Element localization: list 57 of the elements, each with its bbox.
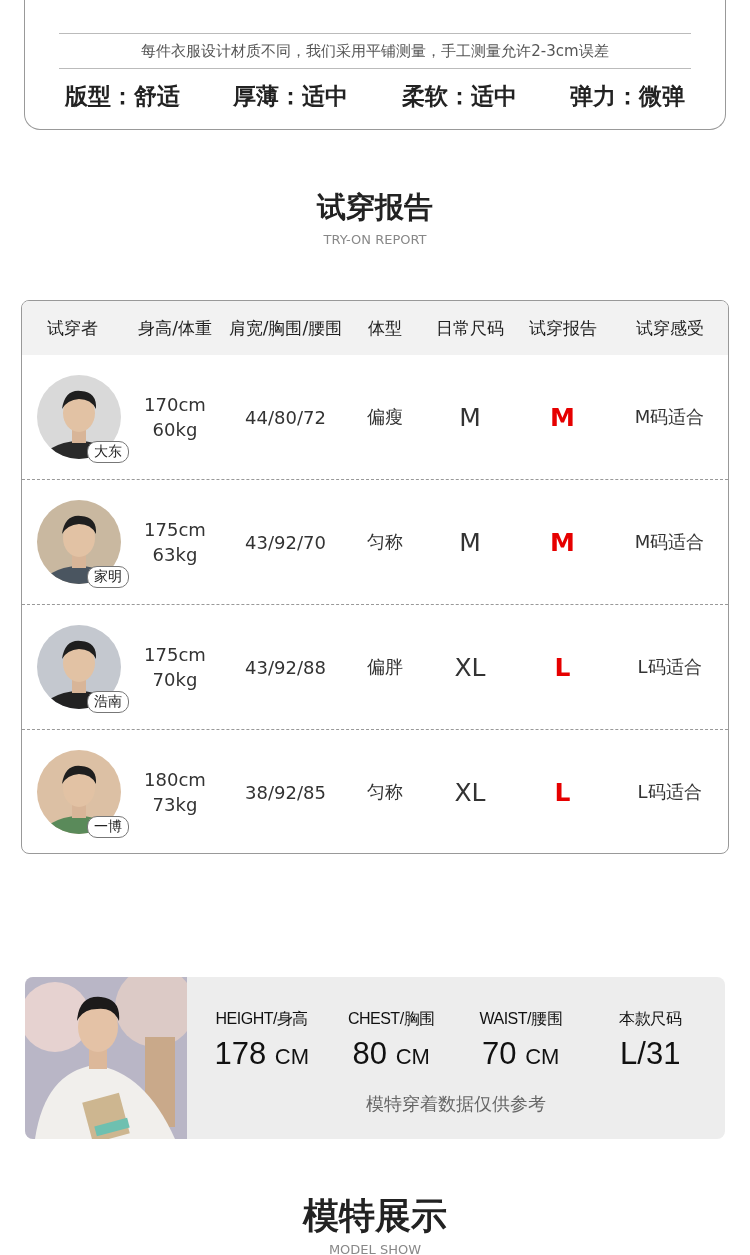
section-title: 模特展示 (303, 1194, 447, 1238)
feeling-cell: M码适合 (634, 530, 705, 554)
stat-value: 80 CM (352, 1036, 430, 1072)
name-badge: 家明 (86, 566, 129, 588)
feeling-cell: M码适合 (634, 405, 705, 429)
report-size-cell: L (554, 777, 571, 807)
fabric-attribute: 柔软：适中 (401, 82, 517, 111)
stat-label: CHEST/胸围 (347, 1009, 435, 1029)
stat-label: 本款尺码 (619, 1009, 682, 1029)
feeling-cell: L码适合 (637, 655, 702, 679)
reference-note: 模特穿着数据仅供参考 (366, 1092, 546, 1116)
measurements-cell: 38/92/85 (245, 781, 326, 803)
usual-size-cell: XL (454, 777, 486, 807)
name-badge: 浩南 (86, 691, 129, 713)
stat-label: WAIST/腰围 (479, 1009, 562, 1029)
section-subtitle: TRY-ON REPORT (323, 232, 427, 247)
body-type-cell: 匀称 (367, 780, 403, 804)
measurements-cell: 43/92/88 (245, 656, 326, 678)
body-type-cell: 偏胖 (367, 655, 403, 679)
weight-cell: 70kg (152, 669, 198, 690)
column-header: 试穿报告 (527, 316, 598, 340)
height-cell: 175cm (144, 519, 206, 540)
column-header: 日常尺码 (435, 316, 505, 340)
column-header: 肩宽/胸围/腰围 (227, 316, 344, 340)
report-size-cell: M (550, 402, 575, 432)
section-title: 试穿报告 (317, 190, 433, 224)
stat-value: 70 CM (482, 1036, 560, 1072)
height-cell: 175cm (144, 644, 206, 665)
measurement-note: 每件衣服设计材质不同，我们采用平铺测量，手工测量允许2-3cm误差 (59, 33, 691, 69)
weight-cell: 60kg (152, 419, 198, 440)
measurements-cell: 43/92/70 (245, 531, 326, 553)
weight-cell: 63kg (152, 544, 198, 565)
column-header: 身高/体重 (137, 316, 213, 340)
column-header: 试穿感受 (634, 316, 705, 340)
usual-size-cell: XL (454, 652, 486, 682)
body-type-cell: 偏瘦 (367, 405, 403, 429)
report-size-cell: L (554, 652, 571, 682)
fabric-attribute: 弹力：微弹 (570, 82, 685, 111)
name-badge: 大东 (86, 441, 129, 463)
section-subtitle: MODEL SHOW (328, 1242, 422, 1255)
height-cell: 170cm (144, 394, 206, 415)
usual-size-cell: M (459, 402, 481, 432)
column-header: 试穿者 (46, 316, 99, 340)
usual-size-cell: M (459, 527, 481, 557)
stat-label: HEIGHT/身高 (215, 1009, 308, 1029)
measurements-cell: 44/80/72 (245, 406, 326, 428)
feeling-cell: L码适合 (637, 780, 702, 804)
height-cell: 180cm (144, 769, 206, 790)
name-badge: 一博 (86, 816, 129, 838)
stat-value: 178 CM (214, 1036, 310, 1072)
body-type-cell: 匀称 (367, 530, 403, 554)
weight-cell: 73kg (152, 794, 198, 815)
stat-value: L/31 (620, 1036, 681, 1072)
fabric-attribute: 厚薄：适中 (233, 82, 349, 111)
fabric-attribute: 版型：舒适 (65, 82, 180, 111)
column-header: 体型 (367, 316, 403, 340)
report-size-cell: M (550, 527, 575, 557)
